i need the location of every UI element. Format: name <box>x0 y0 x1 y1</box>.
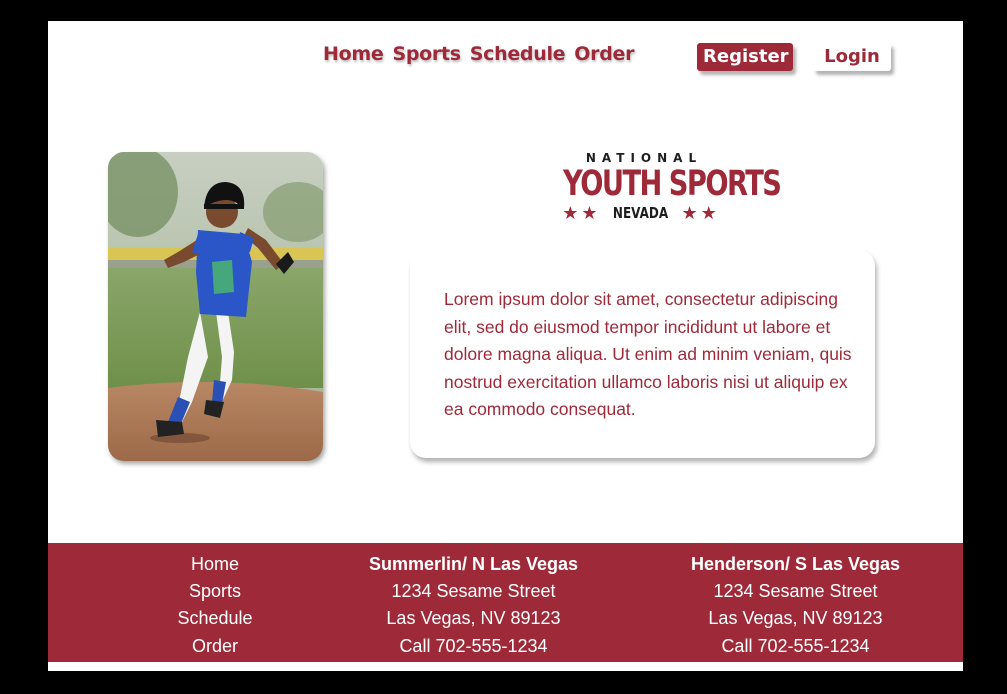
nav-schedule-link[interactable]: Schedule <box>470 43 566 65</box>
star-icon: ★★ <box>562 203 601 223</box>
register-button[interactable]: Register <box>697 43 793 71</box>
location-summerlin: Summerlin/ N Las Vegas 1234 Sesame Stree… <box>346 551 601 660</box>
baseball-player-image <box>108 152 323 461</box>
footer-order-link[interactable]: Order <box>165 633 265 660</box>
footer: Home Sports Schedule Order Summerlin/ N … <box>48 543 963 662</box>
footer-home-link[interactable]: Home <box>165 551 265 578</box>
location-title: Henderson/ S Las Vegas <box>690 554 901 574</box>
intro-text: Lorem ipsum dolor sit amet, consectetur … <box>444 289 852 419</box>
location-title: Summerlin/ N Las Vegas <box>368 554 579 574</box>
footer-nav: Home Sports Schedule Order <box>165 551 265 660</box>
location-phone: Call 702-555-1234 <box>399 635 548 656</box>
logo-state-text: NEVADA <box>613 204 669 222</box>
location-phone: Call 702-555-1234 <box>721 635 870 656</box>
star-icon: ★★ <box>681 203 720 223</box>
login-button[interactable]: Login <box>813 43 891 71</box>
national-youth-sports-logo: NATIONAL YOUTH SPORTS ★★ NEVADA ★★ <box>541 151 782 235</box>
intro-card: Lorem ipsum dolor sit amet, consectetur … <box>410 250 875 458</box>
nav-sports-link[interactable]: Sports <box>392 43 461 65</box>
footer-schedule-link[interactable]: Schedule <box>165 605 265 632</box>
logo-top-text: NATIONAL <box>585 151 703 165</box>
page: Home Sports Schedule Order Register Logi… <box>48 21 963 671</box>
location-street: 1234 Sesame Street <box>713 581 878 602</box>
location-henderson: Henderson/ S Las Vegas 1234 Sesame Stree… <box>668 551 923 660</box>
location-street: 1234 Sesame Street <box>391 581 556 602</box>
nav-order-link[interactable]: Order <box>574 43 634 65</box>
location-city: Las Vegas, NV 89123 <box>386 608 561 629</box>
logo-main-text: YOUTH SPORTS <box>563 164 782 204</box>
hero-photo <box>108 152 323 461</box>
logo-bottom-row: ★★ NEVADA ★★ <box>541 203 741 223</box>
location-city: Las Vegas, NV 89123 <box>708 608 883 629</box>
nav-home-link[interactable]: Home <box>323 43 384 65</box>
main-nav: Home Sports Schedule Order <box>323 43 634 65</box>
footer-sports-link[interactable]: Sports <box>165 578 265 605</box>
